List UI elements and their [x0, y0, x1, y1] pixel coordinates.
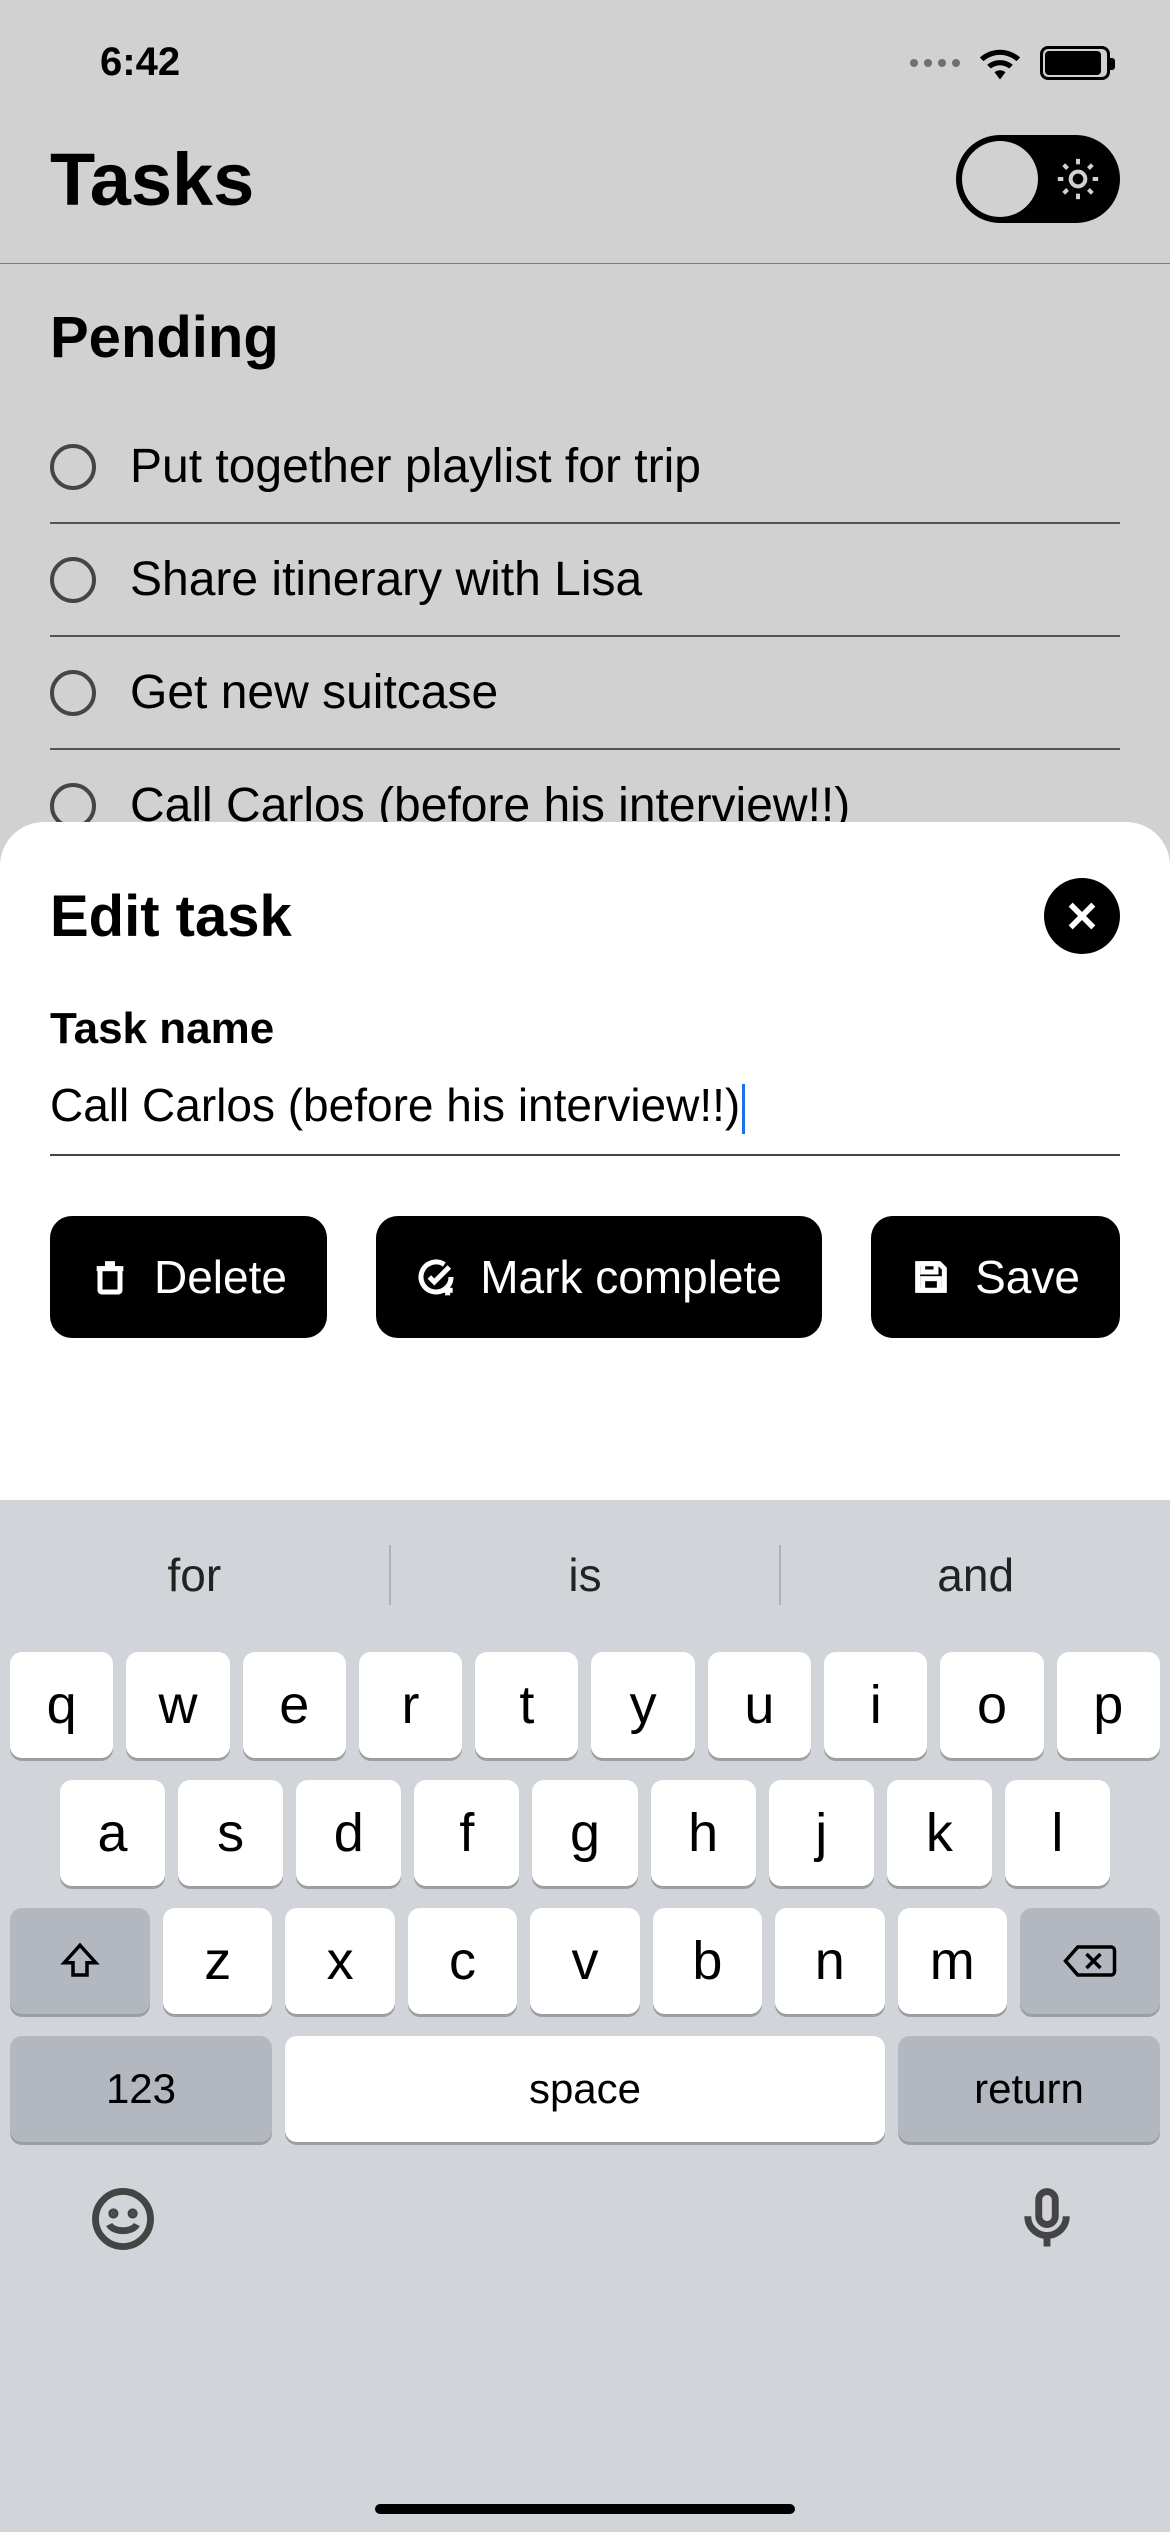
key-b[interactable]: b: [653, 1908, 762, 2014]
key-y[interactable]: y: [591, 1652, 694, 1758]
backspace-icon: [1062, 1940, 1118, 1982]
key-a[interactable]: a: [60, 1780, 165, 1886]
key-c[interactable]: c: [408, 1908, 517, 2014]
key-v[interactable]: v: [530, 1908, 639, 2014]
key-numbers[interactable]: 123: [10, 2036, 272, 2142]
delete-button[interactable]: Delete: [50, 1216, 327, 1338]
input-value: Call Carlos (before his interview!!): [50, 1079, 740, 1131]
key-p[interactable]: p: [1057, 1652, 1160, 1758]
sheet-title: Edit task: [50, 883, 292, 950]
key-f[interactable]: f: [414, 1780, 519, 1886]
key-j[interactable]: j: [769, 1780, 874, 1886]
check-plus-icon: [416, 1257, 456, 1297]
ios-keyboard: for is and q w e r t y u i o p a s d f g…: [0, 1500, 1170, 2532]
key-n[interactable]: n: [775, 1908, 884, 2014]
complete-label: Mark complete: [480, 1250, 782, 1304]
trash-icon: [90, 1257, 130, 1297]
key-m[interactable]: m: [898, 1908, 1007, 2014]
close-button[interactable]: [1044, 878, 1120, 954]
key-space[interactable]: space: [285, 2036, 885, 2142]
key-x[interactable]: x: [285, 1908, 394, 2014]
key-e[interactable]: e: [243, 1652, 346, 1758]
mark-complete-button[interactable]: Mark complete: [376, 1216, 822, 1338]
key-u[interactable]: u: [708, 1652, 811, 1758]
save-icon: [911, 1257, 951, 1297]
key-shift[interactable]: [10, 1908, 150, 2014]
shift-icon: [59, 1940, 101, 1982]
key-w[interactable]: w: [126, 1652, 229, 1758]
suggestion[interactable]: and: [781, 1548, 1170, 1602]
task-name-input[interactable]: Call Carlos (before his interview!!): [50, 1074, 1120, 1156]
save-label: Save: [975, 1250, 1080, 1304]
key-o[interactable]: o: [940, 1652, 1043, 1758]
mic-icon[interactable]: [1014, 2186, 1080, 2252]
key-l[interactable]: l: [1005, 1780, 1110, 1886]
key-q[interactable]: q: [10, 1652, 113, 1758]
key-i[interactable]: i: [824, 1652, 927, 1758]
key-d[interactable]: d: [296, 1780, 401, 1886]
close-icon: [1065, 899, 1099, 933]
key-r[interactable]: r: [359, 1652, 462, 1758]
home-indicator[interactable]: [375, 2504, 795, 2514]
key-return[interactable]: return: [898, 2036, 1160, 2142]
key-g[interactable]: g: [532, 1780, 637, 1886]
delete-label: Delete: [154, 1250, 287, 1304]
key-s[interactable]: s: [178, 1780, 283, 1886]
suggestion[interactable]: for: [0, 1548, 389, 1602]
text-caret: [742, 1084, 745, 1134]
key-h[interactable]: h: [651, 1780, 756, 1886]
field-label: Task name: [50, 1004, 1120, 1054]
key-t[interactable]: t: [475, 1652, 578, 1758]
key-k[interactable]: k: [887, 1780, 992, 1886]
suggestion[interactable]: is: [391, 1548, 780, 1602]
emoji-icon[interactable]: [90, 2186, 156, 2252]
key-backspace[interactable]: [1020, 1908, 1160, 2014]
save-button[interactable]: Save: [871, 1216, 1120, 1338]
key-z[interactable]: z: [163, 1908, 272, 2014]
